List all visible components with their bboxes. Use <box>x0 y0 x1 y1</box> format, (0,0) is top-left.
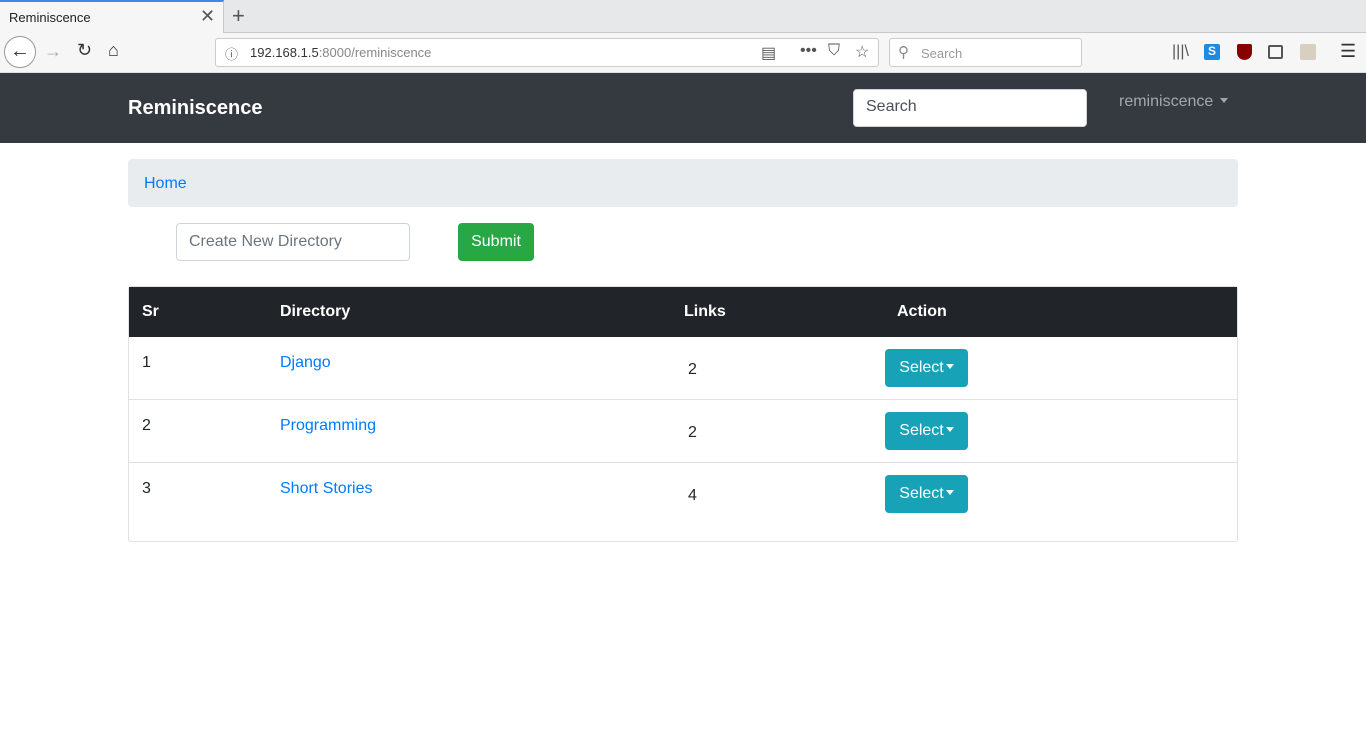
home-icon[interactable]: ⌂ <box>108 40 119 61</box>
select-label: Select <box>899 359 944 376</box>
chevron-down-icon <box>1219 98 1228 103</box>
table-header: Sr Directory Links Action <box>129 287 1237 337</box>
breadcrumb-home[interactable]: Home <box>144 175 187 193</box>
url-bar[interactable]: ⓘ 192.168.1.5:8000/reminiscence ▤ ••• ⛉ … <box>215 38 879 67</box>
url-path: :8000/reminiscence <box>318 45 432 60</box>
bookmark-star-icon[interactable]: ☆ <box>855 42 869 62</box>
table-row: 1 Django 2 Select <box>129 337 1237 400</box>
pocket-icon[interactable]: ⛉ <box>828 42 840 60</box>
browser-tab[interactable]: Reminiscence ✕ <box>0 0 224 34</box>
caret-down-icon <box>945 364 954 369</box>
caret-down-icon <box>945 427 954 432</box>
tab-title: Reminiscence <box>9 10 91 25</box>
close-tab-icon[interactable]: ✕ <box>200 6 215 27</box>
directory-link[interactable]: Django <box>280 354 331 372</box>
row-sr: 2 <box>142 417 151 434</box>
browser-search-input[interactable]: ⚲ Search <box>889 38 1082 67</box>
row-links-count: 2 <box>688 361 697 378</box>
row-sr: 3 <box>142 480 151 497</box>
row-sr: 1 <box>142 354 151 371</box>
header-links: Links <box>684 303 726 320</box>
back-icon[interactable]: ← <box>4 36 36 68</box>
user-dropdown[interactable]: reminiscence <box>1119 93 1228 111</box>
row-links-count: 4 <box>688 487 697 504</box>
search-icon: ⚲ <box>898 44 909 61</box>
brand[interactable]: Reminiscence <box>128 97 263 120</box>
directory-link[interactable]: Short Stories <box>280 480 372 498</box>
url-text: 192.168.1.5:8000/reminiscence <box>250 45 431 60</box>
directory-table: Sr Directory Links Action 1 Django 2 Sel… <box>128 286 1238 542</box>
row-links-count: 2 <box>688 424 697 441</box>
new-tab-icon[interactable]: + <box>232 3 245 29</box>
extension-s-icon[interactable]: S <box>1204 44 1220 60</box>
header-directory: Directory <box>280 303 351 320</box>
sidebar-icon[interactable] <box>1268 45 1283 59</box>
select-dropdown-button[interactable]: Select <box>885 349 968 387</box>
url-host: 192.168.1.5 <box>250 45 319 60</box>
header-action: Action <box>897 303 947 320</box>
extension-icon[interactable] <box>1300 44 1316 60</box>
select-dropdown-button[interactable]: Select <box>885 412 968 450</box>
browser-search-placeholder: Search <box>921 46 963 61</box>
reader-view-icon[interactable]: ▤ <box>761 43 776 63</box>
library-icon[interactable]: |||\ <box>1172 43 1189 61</box>
directory-link[interactable]: Programming <box>280 417 376 435</box>
search-input[interactable]: Search <box>853 89 1087 127</box>
caret-down-icon <box>945 490 954 495</box>
menu-icon[interactable]: ☰ <box>1340 41 1356 62</box>
table-row: 2 Programming 2 Select <box>129 400 1237 463</box>
select-dropdown-button[interactable]: Select <box>885 475 968 513</box>
more-actions-icon[interactable]: ••• <box>800 42 817 60</box>
user-name: reminiscence <box>1119 93 1214 110</box>
header-sr: Sr <box>142 303 159 320</box>
ublock-icon[interactable] <box>1237 44 1252 60</box>
reload-icon[interactable]: ↻ <box>77 40 92 61</box>
breadcrumb: Home <box>128 159 1238 207</box>
submit-button[interactable]: Submit <box>458 223 534 261</box>
new-directory-input[interactable]: Create New Directory <box>176 223 410 261</box>
select-label: Select <box>899 485 944 502</box>
info-icon[interactable]: ⓘ <box>225 44 238 63</box>
table-row: 3 Short Stories 4 Select <box>129 463 1237 526</box>
select-label: Select <box>899 422 944 439</box>
forward-icon[interactable]: → <box>44 41 62 62</box>
